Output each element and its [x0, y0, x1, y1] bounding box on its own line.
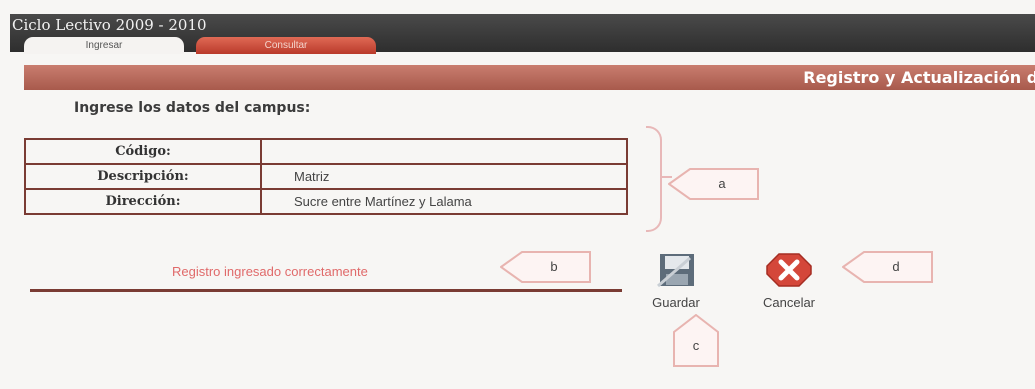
- callout-c-label: c: [692, 338, 700, 353]
- tab-ingresar[interactable]: Ingresar: [24, 37, 184, 54]
- status-divider: [30, 289, 622, 292]
- callout-a-label: a: [718, 176, 726, 191]
- direccion-label: Dirección:: [24, 188, 262, 215]
- descripcion-label: Descripción:: [24, 163, 262, 190]
- save-disk-icon: [657, 254, 694, 288]
- form-row-descripcion: Descripción: Matriz: [24, 163, 628, 190]
- cancel-label: Cancelar: [762, 295, 816, 310]
- status-message: Registro ingresado correctamente: [172, 264, 368, 279]
- form-instructions: Ingrese los datos del campus:: [74, 100, 311, 116]
- save-button[interactable]: Guardar: [644, 252, 708, 310]
- codigo-label: Código:: [24, 138, 262, 165]
- callout-b: b: [500, 250, 592, 284]
- save-label: Guardar: [652, 295, 700, 310]
- callout-b-label: b: [550, 259, 558, 274]
- callout-a: a: [668, 167, 760, 201]
- page: Ciclo Lectivo 2009 - 2010 Ingresar Consu…: [0, 0, 1035, 389]
- section-title-bar: Registro y Actualización de: [24, 65, 1035, 90]
- callout-d: d: [842, 250, 934, 284]
- app-title: Ciclo Lectivo 2009 - 2010: [12, 16, 207, 34]
- section-title: Registro y Actualización de: [803, 68, 1035, 87]
- form-row-direccion: Dirección: Sucre entre Martínez y Lalama: [24, 188, 628, 215]
- codigo-field[interactable]: [260, 138, 628, 165]
- tab-consultar[interactable]: Consultar: [196, 37, 376, 54]
- app-header: Ciclo Lectivo 2009 - 2010 Ingresar Consu…: [10, 14, 1035, 54]
- cancel-button[interactable]: Cancelar: [746, 252, 832, 310]
- callout-c: c: [668, 314, 724, 368]
- callout-d-label: d: [892, 259, 900, 274]
- group-bracket: [646, 126, 662, 232]
- descripcion-field[interactable]: Matriz: [260, 163, 628, 190]
- campus-form: Código: Descripción: Matriz Dirección: S…: [24, 138, 628, 215]
- direccion-field[interactable]: Sucre entre Martínez y Lalama: [260, 188, 628, 215]
- cancel-x-icon: [766, 253, 812, 287]
- form-row-codigo: Código:: [24, 138, 628, 165]
